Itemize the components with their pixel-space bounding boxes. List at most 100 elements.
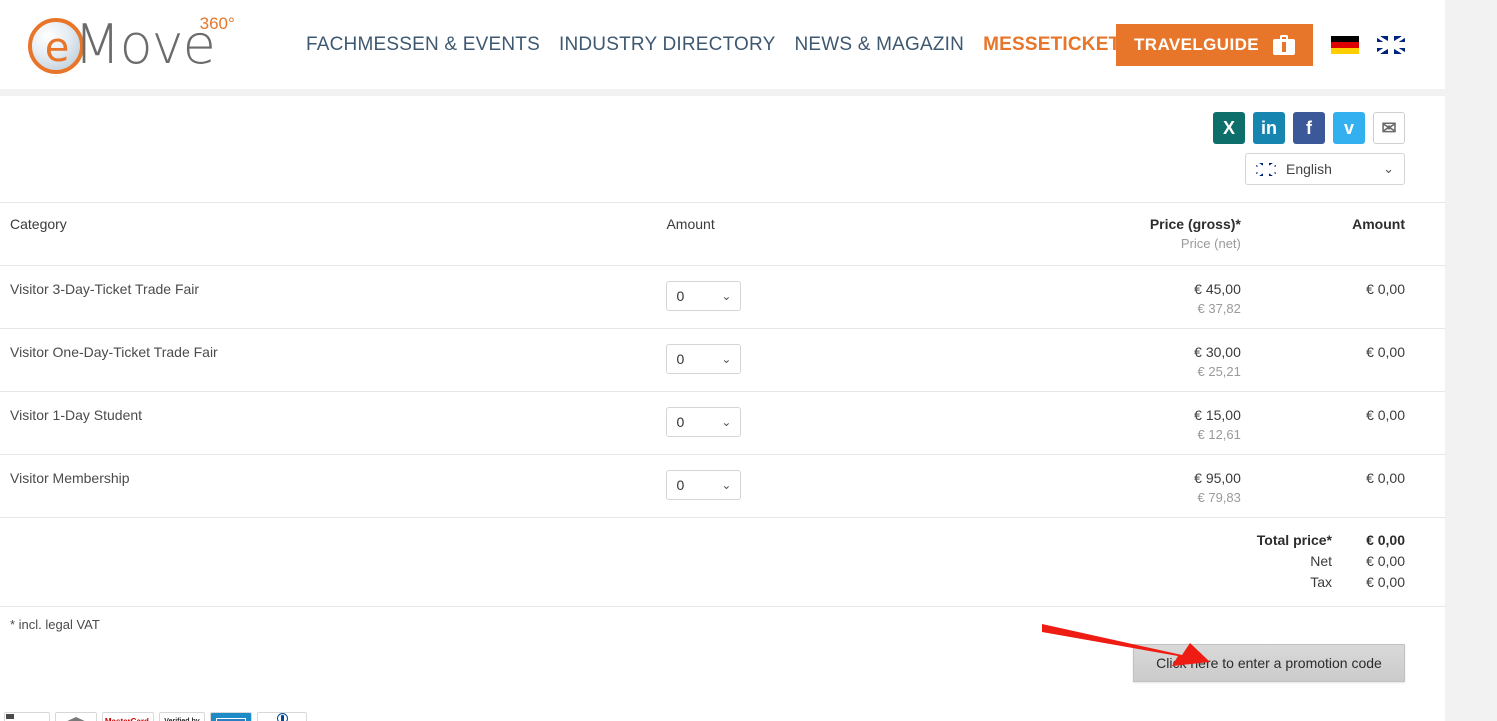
row-price: € 30,00 € 25,21	[1033, 341, 1241, 379]
tax-label: Tax	[1310, 574, 1332, 590]
table-row: Visitor Membership 0 ⌄ € 95,00 € 79,83 €…	[0, 454, 1445, 517]
language-value: English	[1286, 161, 1332, 177]
row-category: Visitor 3-Day-Ticket Trade Fair	[10, 281, 200, 297]
facebook-icon[interactable]: f	[1293, 112, 1325, 144]
vat-note-row: * incl. legal VAT	[0, 607, 1445, 632]
chevron-down-icon: ⌄	[721, 478, 732, 492]
german-flag-icon[interactable]	[1331, 35, 1359, 54]
bank-transfer-icon	[55, 712, 97, 721]
row-amount: € 0,00	[1366, 344, 1405, 360]
quantity-select[interactable]: 0 ⌄	[666, 344, 742, 374]
travelguide-button[interactable]: TRAVELGUIDE	[1116, 23, 1313, 66]
net-label: Net	[1310, 553, 1332, 569]
american-express-icon: AMERICAN EXPRESS	[210, 712, 252, 721]
suitcase-icon	[1273, 34, 1295, 55]
net-value: € 0,00	[1366, 553, 1405, 569]
nav-item-news-magazin[interactable]: NEWS & MAGAZIN	[794, 34, 964, 56]
table-row: Visitor 1-Day Student 0 ⌄ € 15,00 € 12,6…	[0, 391, 1445, 454]
quantity-value: 0	[676, 414, 685, 430]
row-price-gross: € 45,00	[1194, 281, 1241, 297]
row-category: Visitor Membership	[10, 470, 130, 486]
page-bottom-marker	[6, 714, 14, 719]
row-quantity-cell: 0 ⌄	[666, 341, 1033, 374]
row-category: Visitor One-Day-Ticket Trade Fair	[10, 344, 218, 360]
row-price: € 95,00 € 79,83	[1033, 467, 1241, 505]
header-price-gross: Price (gross)*	[1149, 216, 1241, 232]
social-share-bar: X in f ᴠ ✉	[0, 96, 1445, 144]
promotion-code-button[interactable]: Click here to enter a promotion code	[1133, 644, 1405, 682]
chevron-down-icon: ⌄	[1383, 161, 1394, 176]
row-category: Visitor 1-Day Student	[10, 407, 143, 423]
header-actions: TRAVELGUIDE	[1116, 0, 1405, 89]
row-price-net: € 25,21	[1197, 364, 1241, 379]
diners-circle-glyph	[276, 713, 288, 721]
travelguide-label: TRAVELGUIDE	[1134, 34, 1259, 54]
language-row: English ⌄	[0, 144, 1445, 185]
verified-by-label: Verified by	[164, 717, 199, 721]
row-price: € 15,00 € 12,61	[1033, 404, 1241, 442]
header-total-amount: Amount	[1352, 216, 1405, 232]
payment-methods-row: PPayPal MasterCard. SecureCode. Verified…	[0, 682, 1445, 721]
row-price-gross: € 95,00	[1194, 470, 1241, 486]
page-root: e Move 360° FACHMESSEN & EVENTS INDUSTRY…	[0, 0, 1497, 721]
header-price-net: Price (net)	[1180, 236, 1241, 251]
row-amount: € 0,00	[1366, 407, 1405, 423]
row-quantity-cell: 0 ⌄	[666, 467, 1033, 500]
site-logo[interactable]: e Move 360°	[28, 14, 260, 76]
totals-block: Total price* € 0,00 Net € 0,00 Tax € 0,0…	[0, 517, 1445, 607]
total-price-label: Total price*	[1256, 532, 1332, 548]
row-price-net: € 12,61	[1197, 427, 1241, 442]
ticket-table: Category Amount Price (gross)* Price (ne…	[0, 202, 1445, 607]
tax-line: Tax € 0,00	[1225, 574, 1405, 590]
row-quantity-cell: 0 ⌄	[666, 404, 1033, 437]
chevron-down-icon: ⌄	[721, 415, 732, 429]
uk-flag-icon[interactable]	[1377, 35, 1405, 54]
row-amount: € 0,00	[1366, 470, 1405, 486]
tax-value: € 0,00	[1366, 574, 1405, 590]
row-price-gross: € 15,00	[1194, 407, 1241, 423]
vat-note: * incl. legal VAT	[10, 617, 100, 632]
quantity-value: 0	[676, 351, 685, 367]
row-amount: € 0,00	[1366, 281, 1405, 297]
twitter-icon[interactable]: ᴠ	[1333, 112, 1365, 144]
row-price: € 45,00 € 37,82	[1033, 278, 1241, 316]
main-navigation: FACHMESSEN & EVENTS INDUSTRY DIRECTORY N…	[306, 34, 1133, 56]
table-header-row: Category Amount Price (gross)* Price (ne…	[0, 202, 1445, 265]
quantity-value: 0	[676, 477, 685, 493]
mastercard-securecode-icon: MasterCard. SecureCode.	[102, 712, 154, 721]
row-price-net: € 37,82	[1197, 301, 1241, 316]
linkedin-icon[interactable]: in	[1253, 112, 1285, 144]
bank-building-icon	[63, 717, 89, 721]
nav-item-industry-directory[interactable]: INDUSTRY DIRECTORY	[559, 34, 776, 56]
chevron-down-icon: ⌄	[721, 289, 732, 303]
chevron-down-icon: ⌄	[721, 352, 732, 366]
main-content: X in f ᴠ ✉ English ⌄ Category Amount Pri…	[0, 96, 1445, 721]
logo-360-text: 360°	[199, 13, 235, 33]
logo-wordmark: Move 360°	[74, 12, 235, 76]
row-quantity-cell: 0 ⌄	[666, 278, 1033, 311]
quantity-select[interactable]: 0 ⌄	[666, 470, 742, 500]
table-row: Visitor One-Day-Ticket Trade Fair 0 ⌄ € …	[0, 328, 1445, 391]
language-select[interactable]: English ⌄	[1245, 153, 1405, 185]
uk-flag-icon-small	[1256, 162, 1276, 176]
xing-icon[interactable]: X	[1213, 112, 1245, 144]
header-price: Price (gross)* Price (net)	[1033, 213, 1241, 251]
quantity-select[interactable]: 0 ⌄	[666, 281, 742, 311]
quantity-select[interactable]: 0 ⌄	[666, 407, 742, 437]
diners-club-icon: Diners Club INTERNATIONAL	[257, 712, 307, 721]
nav-item-fachmessen-events[interactable]: FACHMESSEN & EVENTS	[306, 34, 540, 56]
verified-by-visa-icon: Verified by VISA	[159, 712, 205, 721]
nav-item-messetickets[interactable]: MESSETICKETS	[983, 34, 1133, 56]
logo-move-text: Move	[74, 12, 216, 76]
net-line: Net € 0,00	[1225, 553, 1405, 569]
site-header: e Move 360° FACHMESSEN & EVENTS INDUSTRY…	[0, 0, 1445, 89]
logo-letter-e: e	[44, 24, 70, 71]
header-category: Category	[10, 216, 67, 232]
quantity-value: 0	[676, 288, 685, 304]
email-share-icon[interactable]: ✉	[1373, 112, 1405, 144]
total-price-line: Total price* € 0,00	[1225, 532, 1405, 548]
promotion-row: Click here to enter a promotion code	[0, 624, 1445, 682]
row-price-gross: € 30,00	[1194, 344, 1241, 360]
row-price-net: € 79,83	[1197, 490, 1241, 505]
table-row: Visitor 3-Day-Ticket Trade Fair 0 ⌄ € 45…	[0, 265, 1445, 328]
